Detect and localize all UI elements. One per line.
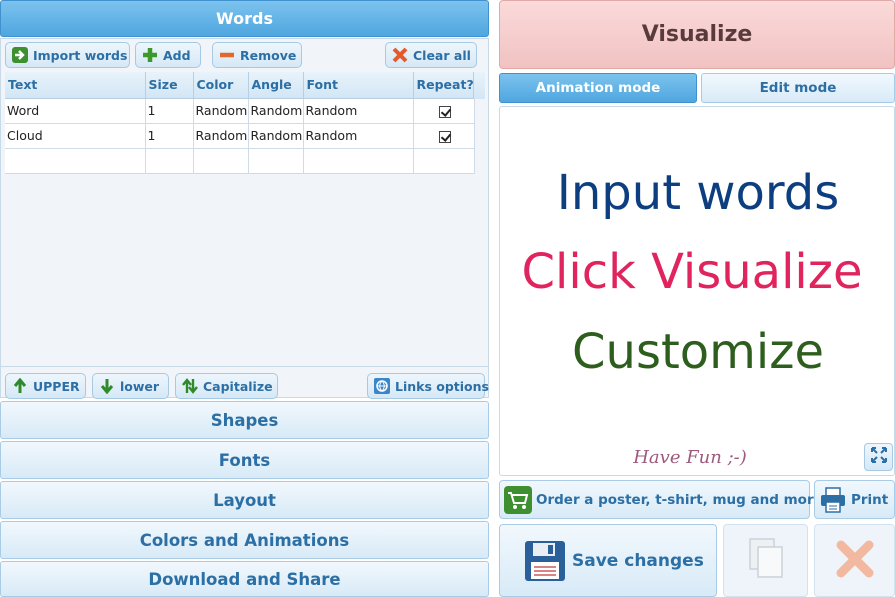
printer-icon xyxy=(819,486,847,514)
empty-cell[interactable] xyxy=(193,148,249,174)
empty-cell[interactable] xyxy=(303,148,414,174)
word-cloud-preview[interactable]: Input words Click Visualize Customize Ha… xyxy=(499,106,895,476)
import-words-label: Import words xyxy=(33,47,128,63)
tab-animation-label: Animation mode xyxy=(535,80,661,96)
table-row[interactable]: Cloud 1 Random Random Random xyxy=(5,123,475,149)
remove-word-label: Remove xyxy=(240,47,297,63)
arrow-up-icon xyxy=(12,377,28,394)
clear-all-button[interactable]: Clear all xyxy=(385,42,477,68)
add-word-button[interactable]: Add xyxy=(135,42,201,68)
capitalize-button[interactable]: Capitalize xyxy=(175,373,278,399)
visualize-label: Visualize xyxy=(641,22,753,47)
word-font-cell[interactable]: Random xyxy=(303,123,414,149)
tab-edit-mode[interactable]: Edit mode xyxy=(701,73,895,103)
empty-cell[interactable] xyxy=(248,148,304,174)
print-button[interactable]: Print xyxy=(814,480,895,519)
preview-line-customize: Customize xyxy=(572,324,824,380)
preview-line-input-words: Input words xyxy=(556,165,840,221)
accordion-fonts[interactable]: Fonts xyxy=(0,441,489,479)
lowercase-button[interactable]: lower xyxy=(92,373,169,399)
save-changes-button[interactable]: Save changes xyxy=(499,524,717,597)
repeat-checkbox[interactable] xyxy=(438,105,451,118)
preview-line-click-visualize: Click Visualize xyxy=(521,244,863,300)
delete-x-icon xyxy=(835,539,875,583)
word-repeat-cell[interactable] xyxy=(413,98,475,124)
accordion-colors-label: Colors and Animations xyxy=(139,530,350,550)
links-options-button[interactable]: Links options xyxy=(367,373,489,399)
minus-icon xyxy=(219,47,235,63)
word-repeat-cell[interactable] xyxy=(413,123,475,149)
add-word-label: Add xyxy=(163,47,191,63)
print-label: Print xyxy=(851,491,889,508)
empty-cell[interactable] xyxy=(413,148,475,174)
remove-word-button[interactable]: Remove xyxy=(212,42,302,68)
word-size-cell[interactable]: 1 xyxy=(145,98,194,124)
import-words-button[interactable]: Import words xyxy=(5,42,130,68)
uppercase-button[interactable]: UPPER xyxy=(5,373,86,399)
floppy-disk-icon xyxy=(524,540,566,582)
word-angle-cell[interactable]: Random xyxy=(248,98,304,124)
empty-cell[interactable] xyxy=(145,148,194,174)
copy-documents-icon xyxy=(746,537,786,585)
visualize-button[interactable]: Visualize xyxy=(499,0,895,69)
uppercase-label: UPPER xyxy=(33,378,80,394)
column-header-color[interactable]: Color xyxy=(193,72,249,99)
fullscreen-button[interactable] xyxy=(864,443,893,471)
plus-icon xyxy=(142,47,158,63)
divider xyxy=(0,366,489,367)
accordion-layout[interactable]: Layout xyxy=(0,481,489,519)
lowercase-label: lower xyxy=(120,378,160,394)
save-changes-label: Save changes xyxy=(572,550,704,571)
expand-icon xyxy=(870,447,887,467)
delete-button[interactable] xyxy=(814,524,895,597)
table-row[interactable]: Word 1 Random Random Random xyxy=(5,98,475,124)
arrow-down-icon xyxy=(99,378,115,395)
accordion-fonts-label: Fonts xyxy=(218,450,271,470)
shopping-cart-icon xyxy=(504,485,532,514)
up-down-arrows-icon xyxy=(182,378,198,394)
tab-edit-label: Edit mode xyxy=(759,80,837,96)
word-size-cell[interactable]: 1 xyxy=(145,123,194,149)
words-table: Text Size Color Angle Font Repeat? Word … xyxy=(5,72,475,174)
column-header-size[interactable]: Size xyxy=(145,72,194,99)
word-angle-cell[interactable]: Random xyxy=(248,123,304,149)
column-header-font[interactable]: Font xyxy=(303,72,414,99)
order-merchandise-label: Order a poster, t-shirt, mug and more! xyxy=(536,491,829,508)
tab-animation-mode[interactable]: Animation mode xyxy=(499,73,697,103)
word-color-cell[interactable]: Random xyxy=(193,98,249,124)
column-header-repeat[interactable]: Repeat? xyxy=(413,72,475,99)
links-options-label: Links options xyxy=(395,378,489,394)
clear-all-label: Clear all xyxy=(413,47,471,63)
word-color-cell[interactable]: Random xyxy=(193,123,249,149)
words-panel-header[interactable]: Words xyxy=(0,0,489,37)
repeat-checkbox[interactable] xyxy=(438,130,451,143)
accordion-shapes-label: Shapes xyxy=(210,410,279,430)
copy-button[interactable] xyxy=(723,524,808,597)
capitalize-label: Capitalize xyxy=(203,378,273,394)
accordion-layout-label: Layout xyxy=(213,490,276,510)
word-font-cell[interactable]: Random xyxy=(303,98,414,124)
column-header-angle[interactable]: Angle xyxy=(248,72,304,99)
column-header-text[interactable]: Text xyxy=(5,72,146,99)
table-header-row: Text Size Color Angle Font Repeat? xyxy=(5,72,475,99)
empty-cell[interactable] xyxy=(5,148,146,174)
word-text-cell[interactable]: Cloud xyxy=(5,123,146,149)
table-row-empty[interactable] xyxy=(5,148,475,174)
accordion-shapes[interactable]: Shapes xyxy=(0,401,489,439)
order-merchandise-button[interactable]: Order a poster, t-shirt, mug and more! xyxy=(499,480,829,519)
accordion-download-label: Download and Share xyxy=(148,569,341,589)
word-text-cell[interactable]: Word xyxy=(5,98,146,124)
globe-link-icon xyxy=(374,378,390,394)
accordion-download-share[interactable]: Download and Share xyxy=(0,561,489,597)
table-scroll-header xyxy=(473,72,485,99)
words-panel-title: Words xyxy=(216,9,273,28)
x-mark-icon xyxy=(392,47,408,63)
accordion-colors-animations[interactable]: Colors and Animations xyxy=(0,521,489,559)
preview-footer-have-fun: Have Fun ;-) xyxy=(633,447,747,468)
import-arrow-icon xyxy=(12,47,28,63)
